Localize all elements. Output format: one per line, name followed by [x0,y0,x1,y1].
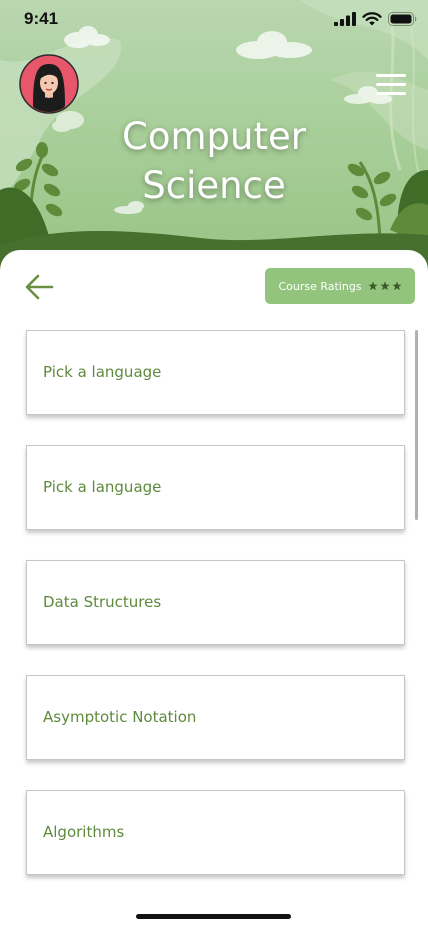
star-icon [379,281,390,291]
course-ratings-label: Course Ratings [278,279,362,293]
course-label: Data Structures [43,593,162,611]
course-card[interactable]: Data Structures [26,560,405,645]
course-label: Pick a language [43,363,162,381]
page-title-line-2: Science [142,164,286,207]
wifi-icon [362,12,382,26]
arrow-left-icon[interactable] [24,273,56,301]
course-label: Pick a language [43,478,162,496]
course-label: Asymptotic Notation [43,708,197,726]
star-icon [367,281,378,291]
course-label: Algorithms [43,823,125,841]
status-icons [334,12,418,26]
course-card[interactable]: Asymptotic Notation [26,675,405,760]
page-title-line-1: Computer [122,115,306,158]
hamburger-menu-icon[interactable] [374,72,408,96]
status-bar: 9:41 [0,0,428,40]
course-list: Pick a language Pick a language Data Str… [26,330,405,905]
course-card[interactable]: Pick a language [26,445,405,530]
battery-icon [388,12,417,26]
course-card[interactable]: Pick a language [26,330,405,415]
scrollbar[interactable] [415,330,418,520]
status-time: 9:41 [24,9,59,28]
home-indicator[interactable] [136,914,291,919]
header: 9:41 Computer Science [0,0,428,270]
cellular-signal-icon [334,12,356,26]
avatar[interactable] [19,54,79,114]
rating-stars [367,281,402,291]
star-icon [391,281,402,291]
course-card[interactable]: Algorithms [26,790,405,875]
page-title: Computer Science [0,112,428,210]
course-ratings-badge[interactable]: Course Ratings [265,268,415,304]
